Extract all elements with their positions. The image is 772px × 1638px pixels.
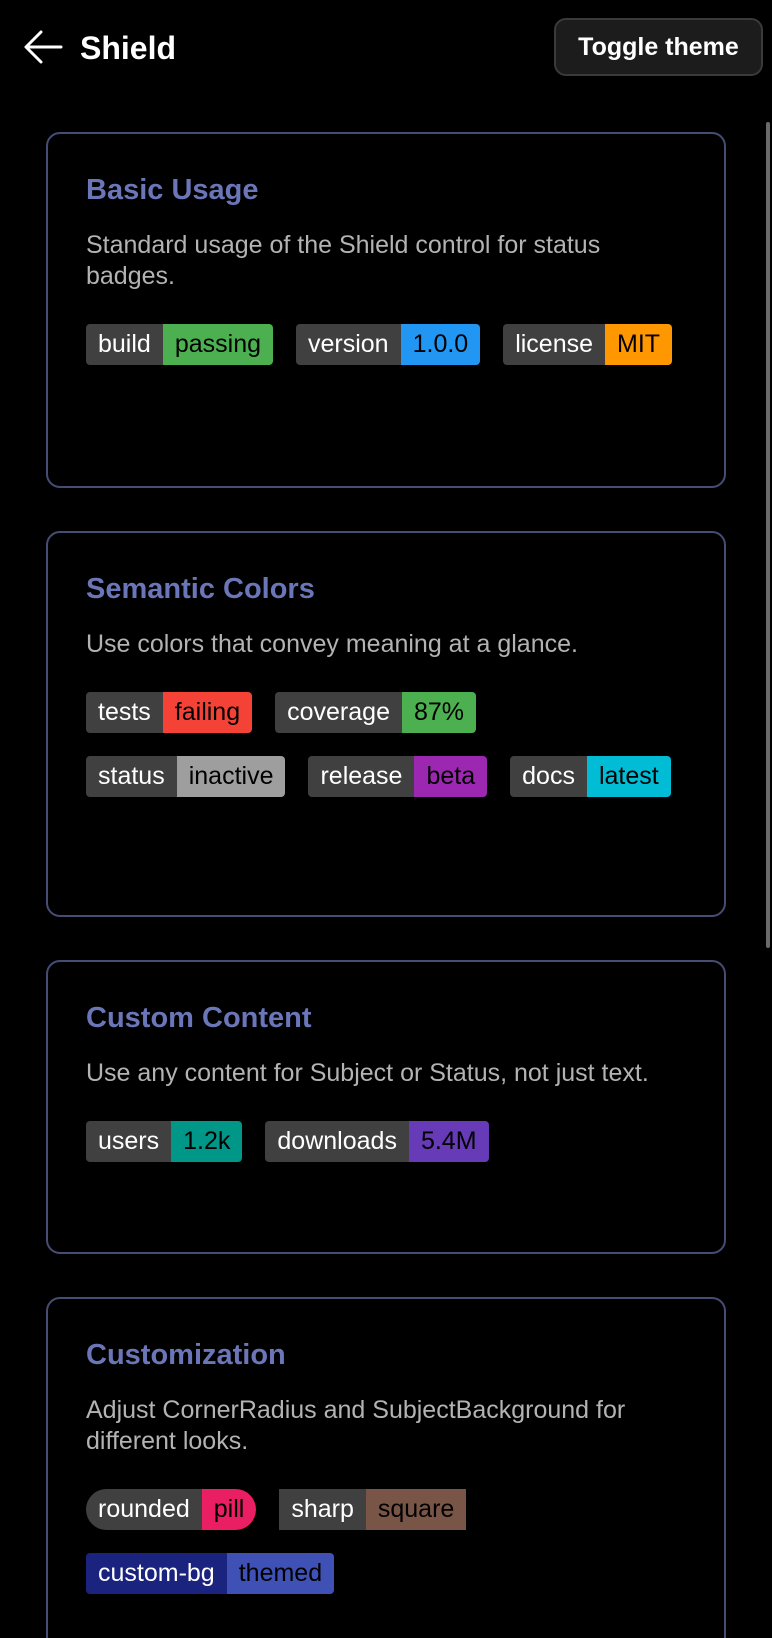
- shield-badge: custom-bg themed: [86, 1553, 335, 1594]
- shield-subject: custom-bg: [86, 1553, 227, 1594]
- shield-subject: tests: [86, 692, 163, 733]
- section-card: Custom Content Use any content for Subjec…: [46, 960, 726, 1254]
- shield-badge: docs latest: [510, 756, 671, 797]
- shield-badge: sharp square: [279, 1489, 467, 1530]
- shield-subject: sharp: [279, 1489, 366, 1530]
- shield-status: 5.4M: [408, 1121, 489, 1162]
- shield-list: build passing version 1.0.0 license MIT: [86, 324, 686, 365]
- section-title: Customization: [86, 1339, 286, 1371]
- shield-subject: coverage: [275, 692, 402, 733]
- shield-subject: release: [308, 756, 415, 797]
- shield-badge: downloads 5.4M: [265, 1121, 489, 1162]
- shield-badge: rounded pill: [86, 1489, 257, 1530]
- shield-status: inactive: [176, 756, 286, 797]
- scrollbar[interactable]: [766, 122, 770, 948]
- shield-status: latest: [586, 756, 671, 797]
- shield-badge: version 1.0.0: [296, 324, 481, 365]
- section-description: Use colors that convey meaning at a glan…: [86, 630, 578, 658]
- shield-status: passing: [162, 324, 273, 365]
- content-scroll-area[interactable]: Basic Usage Standard usage of the Shield …: [0, 96, 772, 1638]
- toggle-theme-button[interactable]: Toggle theme: [554, 18, 763, 76]
- shield-subject: users: [86, 1121, 172, 1162]
- section-title: Semantic Colors: [86, 573, 315, 605]
- shield-list: users 1.2k downloads 5.4M: [86, 1121, 686, 1162]
- section-description: Use any content for Subject or Status, n…: [86, 1059, 649, 1087]
- section-title: Basic Usage: [86, 174, 259, 206]
- page-title: Shield: [80, 30, 177, 66]
- shield-list: tests failing coverage 87% status inactive rel…: [86, 692, 686, 797]
- section-card: Customization Adjust CornerRadius and Sub…: [46, 1297, 726, 1638]
- section-title: Custom Content: [86, 1002, 312, 1034]
- section-description: Adjust CornerRadius and SubjectBackgroun…: [86, 1396, 626, 1455]
- shield-status: MIT: [605, 324, 673, 365]
- section-description: Standard usage of the Shield control for…: [86, 231, 601, 290]
- shield-subject: docs: [510, 756, 587, 797]
- shield-subject: status: [86, 756, 177, 797]
- shield-status: pill: [201, 1489, 257, 1530]
- shield-badge: coverage 87%: [275, 692, 477, 733]
- shield-subject: build: [86, 324, 163, 365]
- shield-subject: version: [296, 324, 401, 365]
- shield-subject: license: [503, 324, 606, 365]
- back-button[interactable]: [20, 26, 66, 68]
- shield-status: 1.0.0: [400, 324, 481, 365]
- shield-badge: release beta: [308, 756, 488, 797]
- section-card: Basic Usage Standard usage of the Shield …: [46, 132, 726, 488]
- back-arrow-icon: [24, 30, 63, 64]
- shield-subject: downloads: [265, 1121, 409, 1162]
- shield-subject: rounded: [86, 1489, 202, 1530]
- section-card: Semantic Colors Use colors that convey me…: [46, 531, 726, 917]
- top-bar: Shield Toggle theme: [0, 0, 772, 96]
- shield-badge: users 1.2k: [86, 1121, 243, 1162]
- shield-status: 1.2k: [171, 1121, 243, 1162]
- shield-status: beta: [414, 756, 488, 797]
- shield-badge: tests failing: [86, 692, 253, 733]
- shield-status: square: [365, 1489, 467, 1530]
- shield-list: rounded pill sharp square custom-bg themed: [86, 1489, 686, 1594]
- shield-status: themed: [226, 1553, 335, 1594]
- shield-status: 87%: [401, 692, 477, 733]
- shield-badge: build passing: [86, 324, 273, 365]
- shield-status: failing: [162, 692, 253, 733]
- shield-badge: license MIT: [503, 324, 673, 365]
- shield-badge: status inactive: [86, 756, 286, 797]
